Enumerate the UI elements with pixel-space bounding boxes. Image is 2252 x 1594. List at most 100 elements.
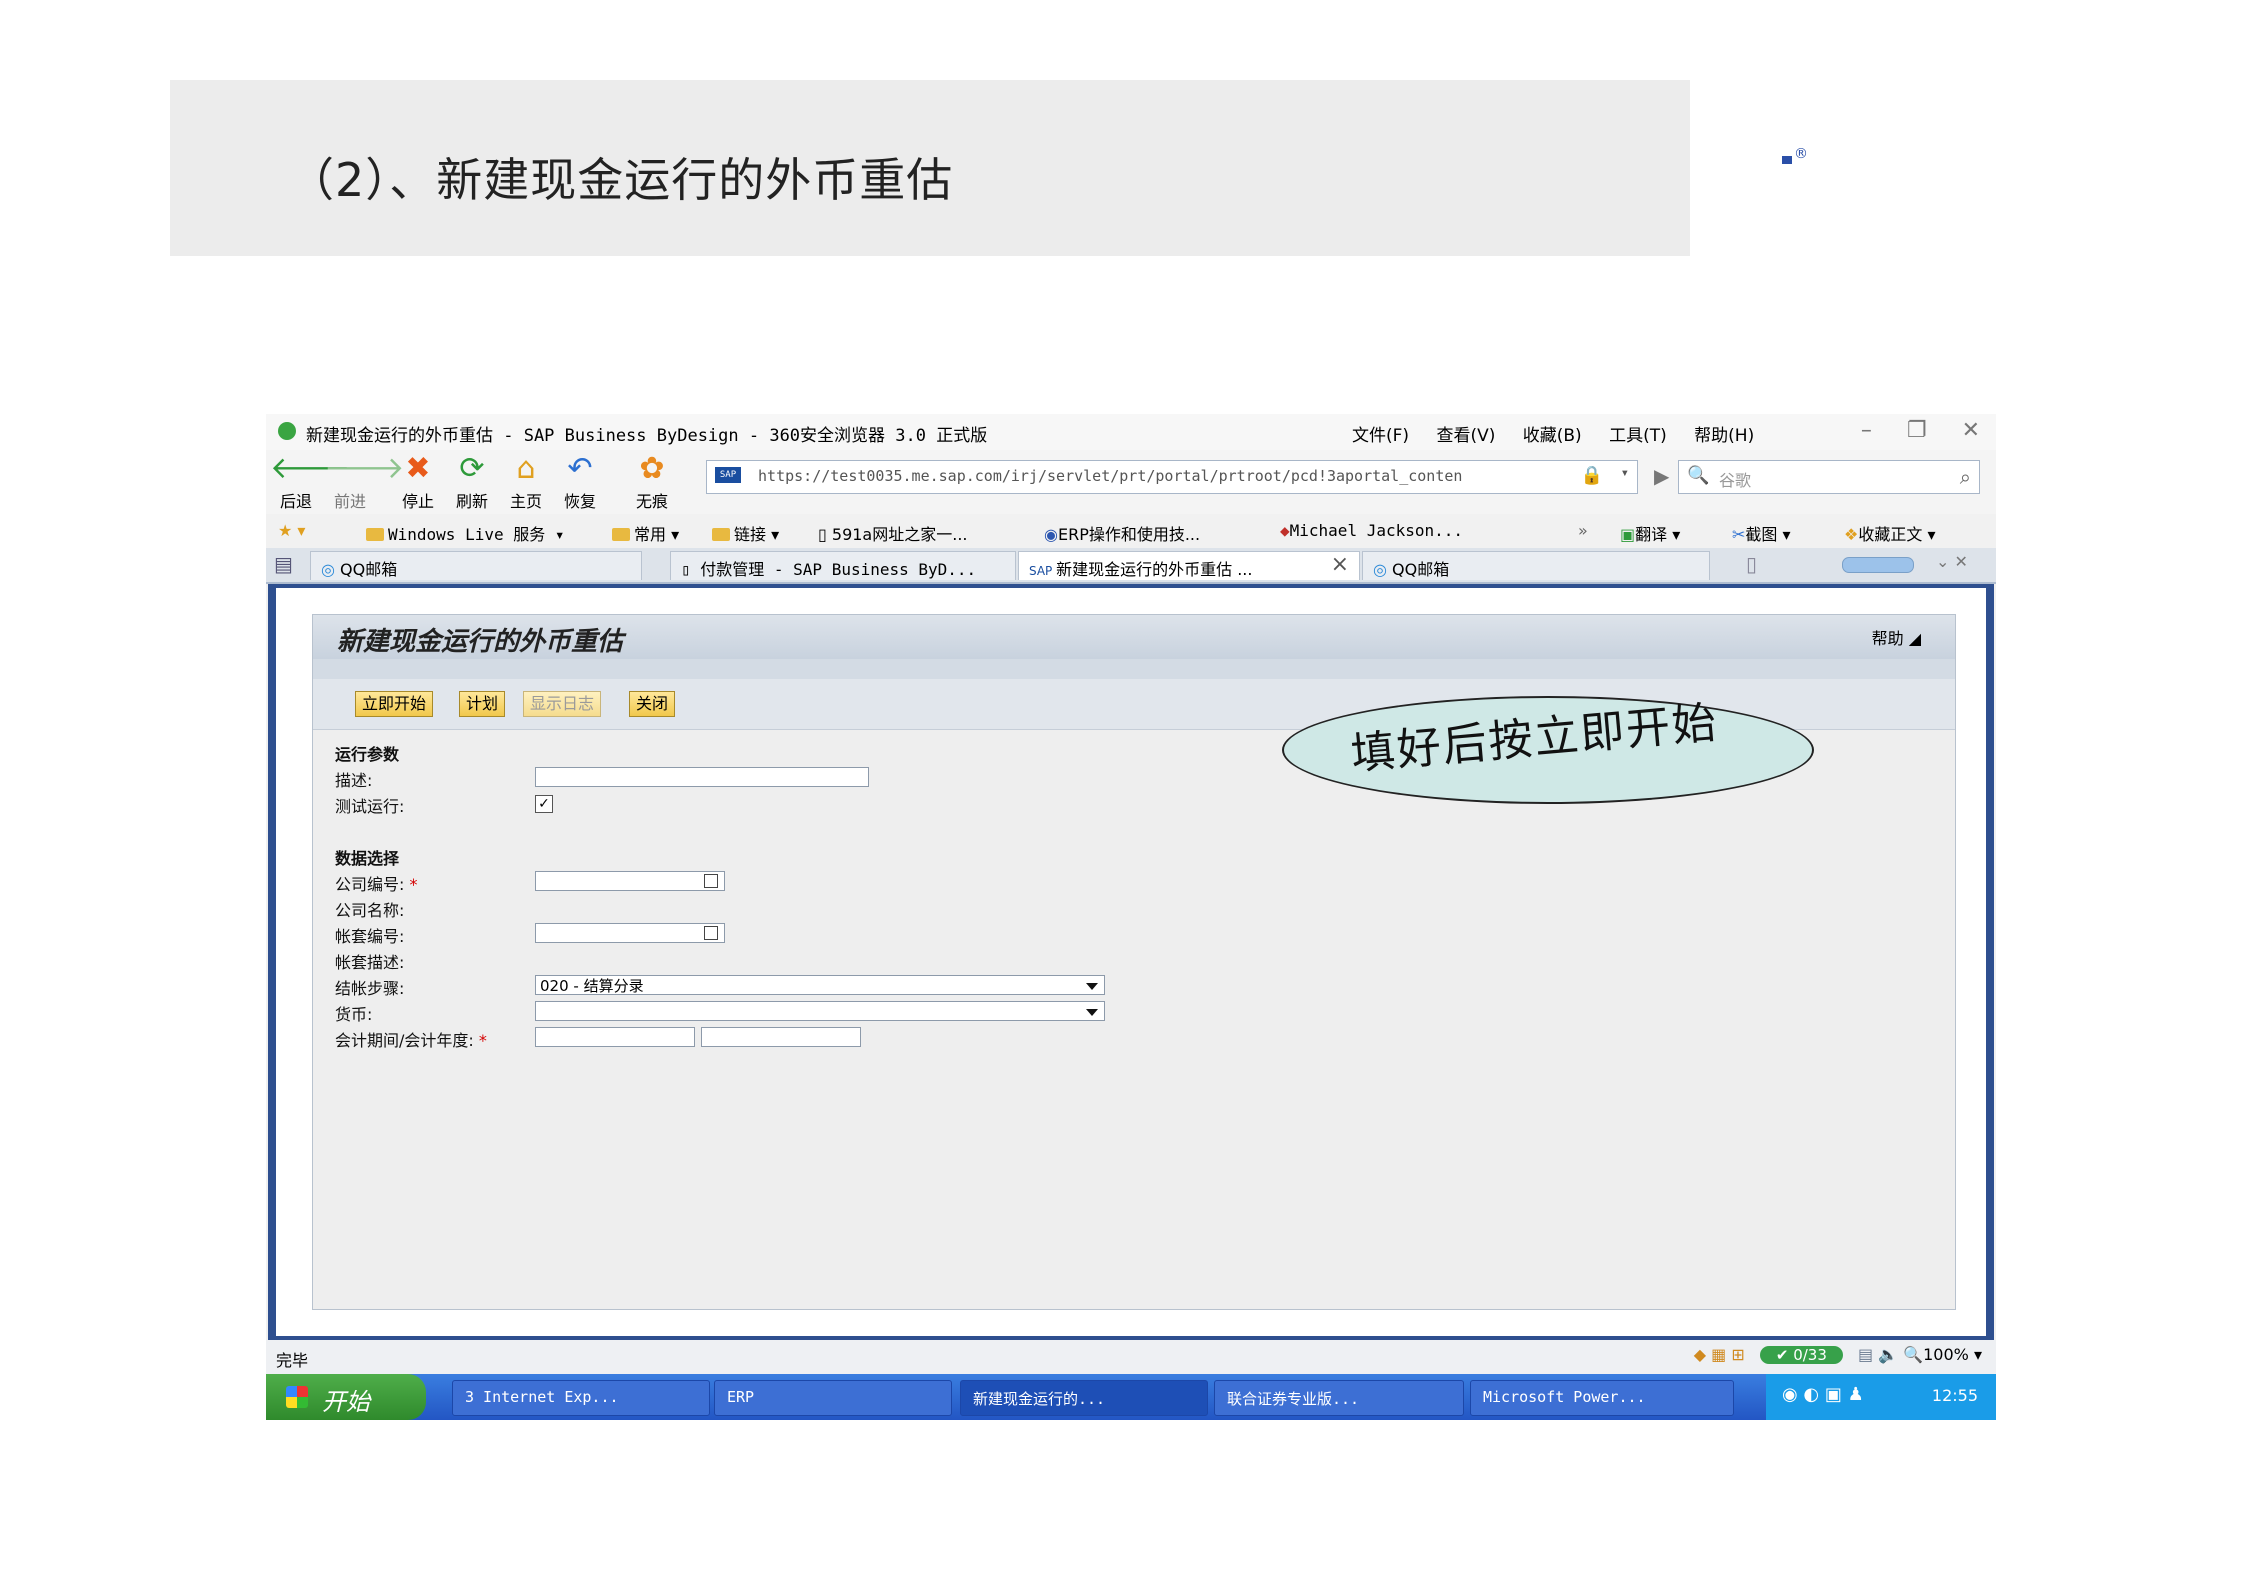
description-label: 描述: bbox=[335, 771, 373, 790]
menu-favorites[interactable]: 收藏(B) bbox=[1523, 426, 1582, 446]
set-desc-label: 帐套描述: bbox=[335, 953, 405, 972]
fav-common[interactable]: 常用 ▾ bbox=[612, 521, 679, 545]
tray-icons[interactable]: ◉ ◐ ▣ ♟ bbox=[1782, 1384, 1864, 1405]
closing-step-label: 结帐步骤: bbox=[335, 979, 405, 998]
show-log-button[interactable]: 显示日志 bbox=[523, 691, 602, 717]
help-link[interactable]: 帮助 ◢ bbox=[1872, 625, 1921, 649]
company-name-label: 公司名称: bbox=[335, 901, 405, 920]
translate-button[interactable]: ▣翻译 ▾ bbox=[1620, 521, 1680, 545]
folder-icon bbox=[712, 528, 730, 541]
red-icon: ◆ bbox=[1280, 521, 1290, 540]
required-marker: * bbox=[409, 875, 418, 894]
check-icon: ✔ bbox=[1775, 1346, 1794, 1364]
zoom-control[interactable]: 🔍100% ▾ bbox=[1903, 1345, 1982, 1364]
slide-header-band: （2）、新建现金运行的外币重估 bbox=[170, 80, 1690, 256]
go-arrow-icon[interactable]: ▶ bbox=[1654, 464, 1669, 488]
menu-file[interactable]: 文件(F) bbox=[1352, 426, 1409, 446]
task-current-browser[interactable]: 新建现金运行的... bbox=[960, 1380, 1208, 1416]
fav-windows-live[interactable]: Windows Live 服务 ▾ bbox=[366, 521, 565, 545]
fav-michael-jackson[interactable]: ◆Michael Jackson... bbox=[1280, 521, 1463, 540]
tab-bar: ▤ ◎ QQ邮箱 ▯ 付款管理 - SAP Business ByD... SA… bbox=[266, 548, 1996, 584]
set-id-label: 帐套编号: bbox=[335, 927, 405, 946]
start-now-button[interactable]: 立即开始 bbox=[355, 691, 434, 717]
address-bar[interactable]: SAP https://test0035.me.sap.com/irj/serv… bbox=[706, 460, 1638, 494]
speaker-icon[interactable]: ▤ 🔈 bbox=[1858, 1345, 1898, 1364]
task-powerpoint[interactable]: Microsoft Power... bbox=[1470, 1380, 1734, 1416]
period-input[interactable] bbox=[535, 1027, 695, 1047]
sidebar-toggle-icon[interactable]: ▤ bbox=[274, 552, 293, 576]
chevron-down-icon bbox=[1086, 1009, 1098, 1016]
start-button[interactable]: 开始 bbox=[266, 1374, 426, 1420]
favorites-bar: ★ ▾ Windows Live 服务 ▾ 常用 ▾ 链接 ▾ ▯ 591a网址… bbox=[266, 514, 1996, 548]
company-id-input[interactable] bbox=[535, 871, 725, 891]
status-icons[interactable]: ◆ ▦ ⊞ bbox=[1694, 1345, 1745, 1364]
closing-step-select[interactable]: 020 - 结算分录 bbox=[535, 975, 1105, 995]
fav-links[interactable]: 链接 ▾ bbox=[712, 521, 779, 545]
schedule-button[interactable]: 计划 bbox=[459, 691, 506, 717]
set-id-input[interactable] bbox=[535, 923, 725, 943]
search-placeholder: 谷歌 bbox=[1719, 471, 1752, 490]
lock-icon: 🔒 bbox=[1580, 465, 1603, 486]
chevron-down-icon bbox=[1086, 983, 1098, 990]
restore-button[interactable]: ↶ 恢复 bbox=[554, 452, 606, 512]
no-trace-button[interactable]: ✿ 无痕 bbox=[626, 452, 678, 512]
sap-favicon-icon: SAP bbox=[715, 467, 741, 483]
save-text-button[interactable]: ❖收藏正文 ▾ bbox=[1844, 521, 1935, 545]
currency-select[interactable] bbox=[535, 1001, 1105, 1021]
new-tab-icon[interactable]: ▯ bbox=[1746, 552, 1757, 576]
page-icon: ▯ bbox=[818, 525, 832, 544]
system-tray: ◉ ◐ ▣ ♟ 12:55 bbox=[1766, 1374, 1996, 1420]
more-favorites[interactable]: » bbox=[1578, 521, 1588, 540]
close-button[interactable]: 关闭 bbox=[629, 691, 676, 717]
tab-qqmail-2[interactable]: ◎ QQ邮箱 bbox=[1362, 551, 1710, 580]
value-help-icon[interactable] bbox=[704, 926, 718, 940]
search-box[interactable]: 🔍 谷歌 ⌕ bbox=[1678, 460, 1980, 494]
windows-flag-icon bbox=[286, 1386, 308, 1408]
undo-icon: ↶ bbox=[567, 451, 593, 486]
value-help-icon[interactable] bbox=[704, 874, 718, 888]
task-internet-explorer[interactable]: 3 Internet Exp... bbox=[452, 1380, 710, 1416]
chevron-down-icon[interactable]: ▾ bbox=[1621, 465, 1629, 481]
tab-qqmail-1[interactable]: ◎ QQ邮箱 bbox=[310, 551, 642, 580]
close-tab-icon[interactable]: × bbox=[1331, 552, 1349, 577]
bookmark-icon: ❖ bbox=[1844, 525, 1859, 544]
fav-591a[interactable]: ▯ 591a网址之家一... bbox=[818, 521, 968, 545]
tab-list-chevron-icon[interactable]: ⌄ ✕ bbox=[1936, 552, 1968, 571]
section-data-selection: 数据选择 bbox=[335, 849, 400, 868]
screenshot-button[interactable]: ✂截图 ▾ bbox=[1732, 521, 1791, 545]
star-icon[interactable]: ★ ▾ bbox=[278, 521, 305, 540]
minimize-button[interactable]: – bbox=[1861, 418, 1872, 443]
test-run-checkbox[interactable]: ✓ bbox=[535, 795, 553, 813]
company-id-label: 公司编号: * bbox=[335, 875, 418, 894]
address-url: https://test0035.me.sap.com/irj/servlet/… bbox=[758, 467, 1463, 485]
section-run-params: 运行参数 bbox=[335, 745, 400, 764]
stop-button[interactable]: ✖ 停止 bbox=[392, 452, 444, 512]
back-button[interactable]: 🡐 后退 bbox=[270, 451, 351, 512]
folder-icon bbox=[366, 528, 384, 541]
menu-bar: 文件(F) 查看(V) 收藏(B) 工具(T) 帮助(H) bbox=[1352, 421, 1776, 446]
fiscal-year-input[interactable] bbox=[701, 1027, 861, 1047]
ad-block-counter[interactable]: ✔ 0/33 bbox=[1759, 1346, 1843, 1364]
period-year-label: 会计期间/会计年度: * bbox=[335, 1031, 487, 1050]
description-input[interactable] bbox=[535, 767, 869, 787]
currency-label: 货币: bbox=[335, 1005, 373, 1024]
back-arrow-icon: 🡐 bbox=[270, 451, 351, 486]
close-window-button[interactable]: ✕ bbox=[1962, 418, 1980, 443]
toggle-switch[interactable] bbox=[1842, 557, 1914, 573]
tab-payment-management[interactable]: ▯ 付款管理 - SAP Business ByD... bbox=[670, 551, 1016, 580]
home-button[interactable]: ⌂ 主页 bbox=[500, 452, 552, 512]
fav-erp[interactable]: ◉ERP操作和使用技... bbox=[1044, 521, 1200, 545]
task-erp-folder[interactable]: ERP bbox=[714, 1380, 952, 1416]
refresh-button[interactable]: ⟳ 刷新 bbox=[446, 452, 498, 512]
test-run-label: 测试运行: bbox=[335, 797, 405, 816]
menu-view[interactable]: 查看(V) bbox=[1436, 426, 1495, 446]
globe-icon: ◉ bbox=[1044, 525, 1058, 544]
window-title: 新建现金运行的外币重估 - SAP Business ByDesign - 36… bbox=[306, 426, 988, 446]
menu-tools[interactable]: 工具(T) bbox=[1609, 426, 1667, 446]
menu-help[interactable]: 帮助(H) bbox=[1694, 426, 1754, 446]
forward-button[interactable]: 🡒 前进 bbox=[324, 452, 404, 512]
maximize-button[interactable]: ❐ bbox=[1907, 418, 1927, 443]
task-securities-app[interactable]: 联合证券专业版... bbox=[1214, 1380, 1464, 1416]
search-go-icon[interactable]: ⌕ bbox=[1960, 465, 1971, 489]
tab-current-page[interactable]: SAP 新建现金运行的外币重估 ... × bbox=[1018, 551, 1360, 580]
